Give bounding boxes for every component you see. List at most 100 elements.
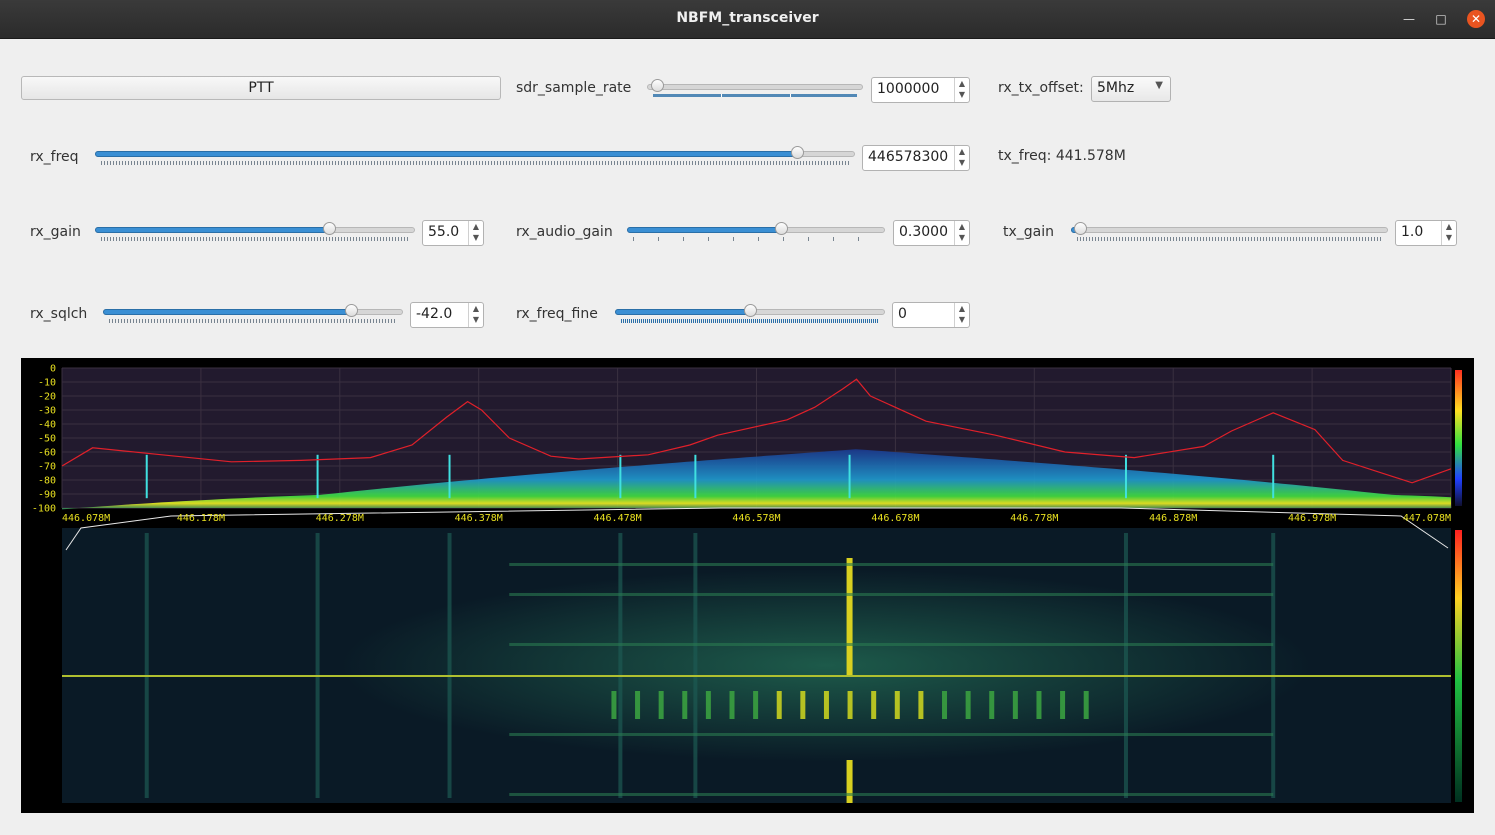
waterfall-trace [144, 533, 149, 798]
x-tick-label: 446.478M [594, 513, 642, 524]
spin-arrows-icon[interactable]: ▲ ▼ [954, 221, 969, 245]
window-titlebar: NBFM_transceiver — □ ✕ [0, 0, 1495, 39]
x-tick-label: 446.078M [62, 513, 110, 524]
rx-sqlch-value[interactable]: -42.0 [416, 306, 452, 322]
y-tick-label: -10 [38, 378, 56, 389]
spin-arrows-icon[interactable]: ▲ ▼ [468, 221, 483, 245]
rx-freq-spinbox[interactable]: 446578300 ▲ ▼ [862, 145, 970, 171]
x-tick-label: 446.178M [177, 513, 225, 524]
waterfall-tone [753, 691, 759, 719]
rx-gain-slider[interactable] [95, 221, 415, 245]
x-tick-label: 446.578M [732, 513, 780, 524]
waterfall-carrier [846, 760, 853, 803]
waterfall-tone [635, 691, 641, 719]
psd-colorbar [1455, 370, 1462, 506]
waterfall-streak [509, 793, 1274, 796]
x-tick-label: 446.678M [871, 513, 919, 524]
waterfall-tone [942, 691, 948, 719]
waterfall-streak [509, 733, 1274, 736]
waterfall-tone [965, 691, 971, 719]
rx-freq-fine-label: rx_freq_fine [516, 306, 598, 322]
slider-handle[interactable] [345, 304, 358, 317]
x-tick-label: 447.078M [1403, 513, 1451, 524]
y-tick-label: -60 [38, 448, 56, 459]
waterfall-tone [776, 691, 782, 719]
spin-arrows-icon[interactable]: ▲ ▼ [1441, 221, 1456, 245]
y-tick-label: -20 [38, 392, 56, 403]
sdr-sample-rate-label: sdr_sample_rate [516, 80, 632, 96]
spin-arrows-icon[interactable]: ▲ ▼ [468, 303, 483, 327]
waterfall-tone [989, 691, 995, 719]
tx-gain-value[interactable]: 1.0 [1401, 224, 1423, 240]
close-icon[interactable]: ✕ [1467, 10, 1485, 28]
chevron-down-icon[interactable]: ▼ [1155, 80, 1163, 91]
x-tick-label: 446.878M [1149, 513, 1197, 524]
rx-audio-gain-slider[interactable] [627, 221, 885, 245]
waterfall-tone [682, 691, 688, 719]
y-tick-label: -40 [38, 420, 56, 431]
spin-arrows-icon[interactable]: ▲ ▼ [954, 303, 969, 327]
x-tick-label: 446.978M [1288, 513, 1336, 524]
waterfall-tone [1083, 691, 1089, 719]
waterfall-trace [693, 533, 698, 798]
rx-freq-slider[interactable] [95, 145, 855, 169]
waterfall-tone [658, 691, 664, 719]
rx-freq-value[interactable]: 446578300 [868, 149, 948, 165]
rx-sqlch-spinbox[interactable]: -42.0 ▲ ▼ [410, 302, 484, 328]
waterfall-tone [847, 691, 853, 719]
rx-tx-offset-value[interactable]: 5Mhz [1097, 80, 1134, 96]
waterfall-tone [800, 691, 806, 719]
sdr-sample-rate-slider[interactable] [647, 78, 863, 102]
waterfall-streak [509, 563, 1274, 566]
waterfall-colorbar [1455, 530, 1462, 802]
waterfall-tone [871, 691, 877, 719]
rx-gain-spinbox[interactable]: 55.0 ▲ ▼ [422, 220, 484, 246]
waterfall-tone [894, 691, 900, 719]
spin-arrows-icon[interactable]: ▲ ▼ [954, 146, 969, 170]
x-tick-label: 446.778M [1010, 513, 1058, 524]
slider-handle[interactable] [1074, 222, 1087, 235]
rx-audio-gain-label: rx_audio_gain [516, 224, 613, 240]
waterfall-tone [611, 691, 617, 719]
slider-handle[interactable] [651, 79, 664, 92]
waterfall-trace [618, 533, 623, 798]
rx-tx-offset-combo[interactable]: 5Mhz ▼ [1091, 76, 1171, 102]
spin-arrows-icon[interactable]: ▲ ▼ [954, 78, 969, 102]
rx-freq-fine-slider[interactable] [615, 303, 885, 327]
rx-sqlch-label: rx_sqlch [30, 306, 88, 322]
rx-audio-gain-value[interactable]: 0.3000 [899, 224, 948, 240]
waterfall-tone [1036, 691, 1042, 719]
ptt-button[interactable]: PTT [21, 76, 501, 100]
waterfall-plot-area [62, 528, 1451, 803]
y-tick-label: 0 [50, 364, 56, 375]
spectrum-display[interactable]: 0 -10 -20 -30 -40 -50 -60 -70 -80 -90 -100 446.078… [21, 358, 1474, 813]
y-tick-label: -70 [38, 462, 56, 473]
sdr-sample-rate-value[interactable]: 1000000 [877, 81, 939, 97]
rx-freq-fine-spinbox[interactable]: 0 ▲ ▼ [892, 302, 970, 328]
rx-freq-label: rx_freq [30, 149, 79, 165]
rx-gain-value[interactable]: 55.0 [428, 224, 459, 240]
slider-handle[interactable] [323, 222, 336, 235]
rx-audio-gain-spinbox[interactable]: 0.3000 ▲ ▼ [893, 220, 970, 246]
tx-gain-label: tx_gain [1003, 224, 1055, 240]
tx-gain-spinbox[interactable]: 1.0 ▲ ▼ [1395, 220, 1457, 246]
waterfall-tone [918, 691, 924, 719]
y-tick-label: -50 [38, 434, 56, 445]
maximize-icon[interactable]: □ [1432, 10, 1450, 28]
rx-freq-fine-value[interactable]: 0 [898, 306, 907, 322]
slider-handle[interactable] [775, 222, 788, 235]
waterfall-carrier [846, 558, 853, 676]
slider-handle[interactable] [744, 304, 757, 317]
window-title: NBFM_transceiver [676, 10, 819, 26]
tx-gain-slider[interactable] [1071, 221, 1388, 245]
x-tick-label: 446.378M [455, 513, 503, 524]
waterfall-tone [729, 691, 735, 719]
waterfall-trace [315, 533, 320, 798]
minimize-icon[interactable]: — [1400, 10, 1418, 28]
rx-sqlch-slider[interactable] [103, 303, 403, 327]
sdr-sample-rate-spinbox[interactable]: 1000000 ▲ ▼ [871, 77, 970, 103]
x-tick-label: 446.278M [316, 513, 364, 524]
y-tick-label: -80 [38, 476, 56, 487]
slider-handle[interactable] [791, 146, 804, 159]
waterfall-burst-line [62, 675, 1451, 677]
